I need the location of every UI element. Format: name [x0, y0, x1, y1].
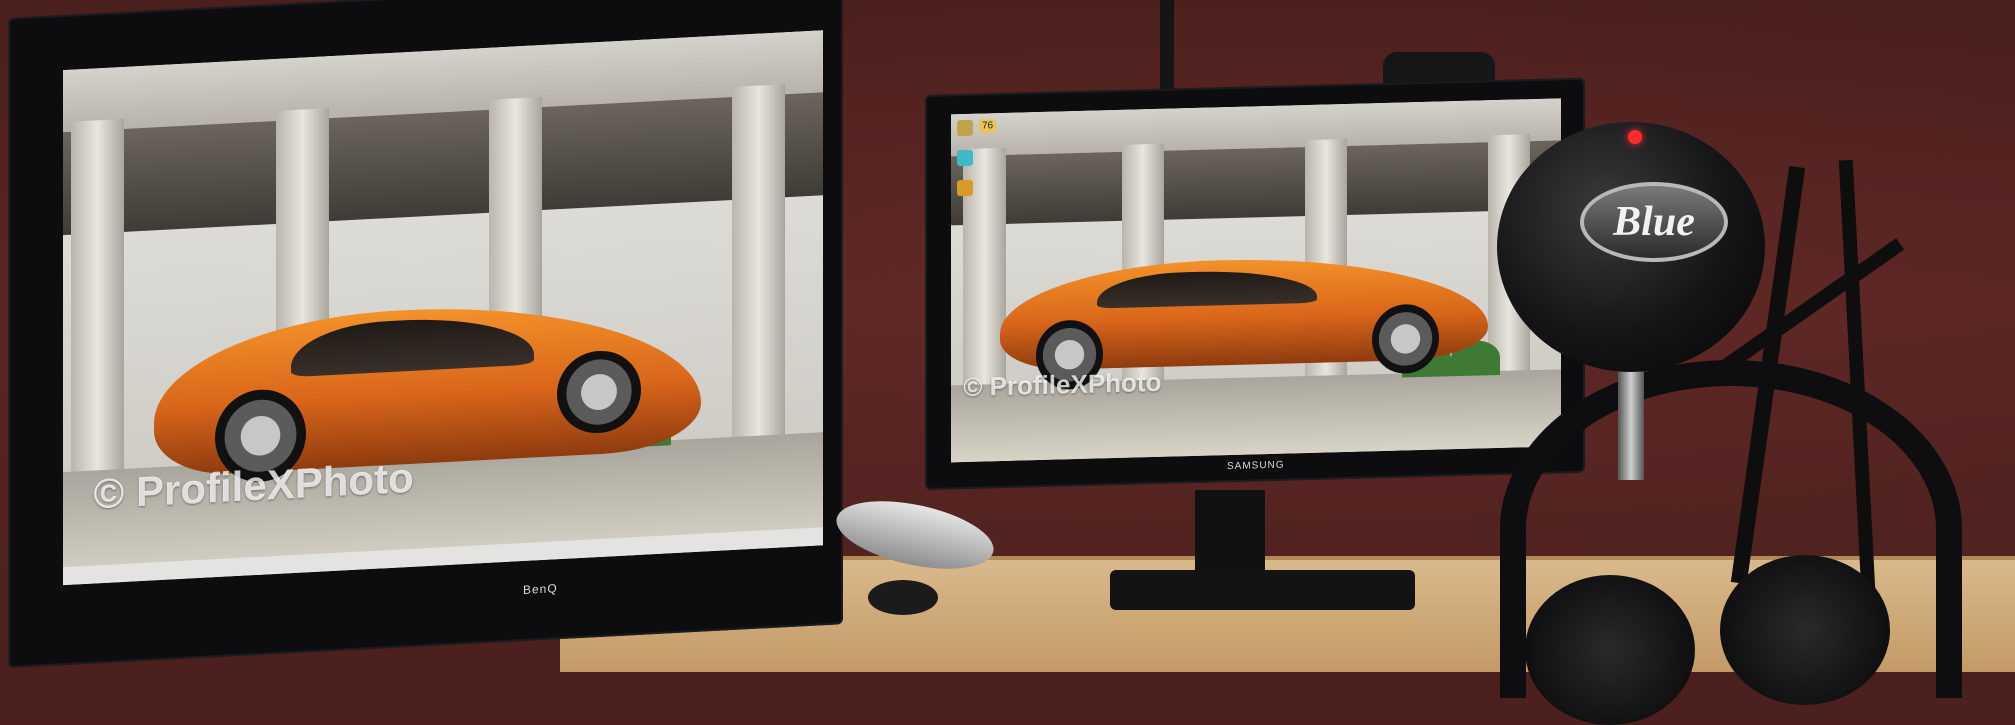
monitor-right: © ProfileXPhoto 76 SAMSUNG: [925, 77, 1585, 491]
mount-pole: [1160, 0, 1174, 100]
monitor-brand-label: BenQ: [523, 581, 558, 598]
zeppelin-stand: [868, 580, 938, 615]
desktop-shortcut-icon[interactable]: [957, 149, 973, 167]
bridge-pillar: [731, 83, 785, 448]
desktop-shortcut-icon[interactable]: [957, 179, 973, 197]
mic-mount: [1618, 360, 1644, 480]
monitor-right-screen: © ProfileXPhoto 76: [951, 98, 1561, 463]
bridge-pillar: [70, 118, 124, 482]
monitor-stand-base: [1110, 570, 1415, 610]
mic-brand-logo: Blue: [1580, 182, 1728, 262]
headphone-ear-cup: [1525, 575, 1695, 725]
mic-status-led: [1628, 130, 1642, 144]
desktop-badge: 76: [979, 119, 997, 133]
desktop-shortcut-icon[interactable]: [957, 119, 973, 137]
headphone-ear-cup: [1720, 555, 1890, 705]
monitor-left-screen: © ProfileXPhoto: [63, 30, 823, 586]
monitor-brand-label: SAMSUNG: [1227, 459, 1285, 473]
desktop-icons: [957, 119, 973, 210]
monitor-left: © ProfileXPhoto BenQ: [8, 0, 843, 669]
monitor-stand-neck: [1195, 490, 1265, 580]
photo-watermark: © ProfileXPhoto: [963, 366, 1162, 402]
